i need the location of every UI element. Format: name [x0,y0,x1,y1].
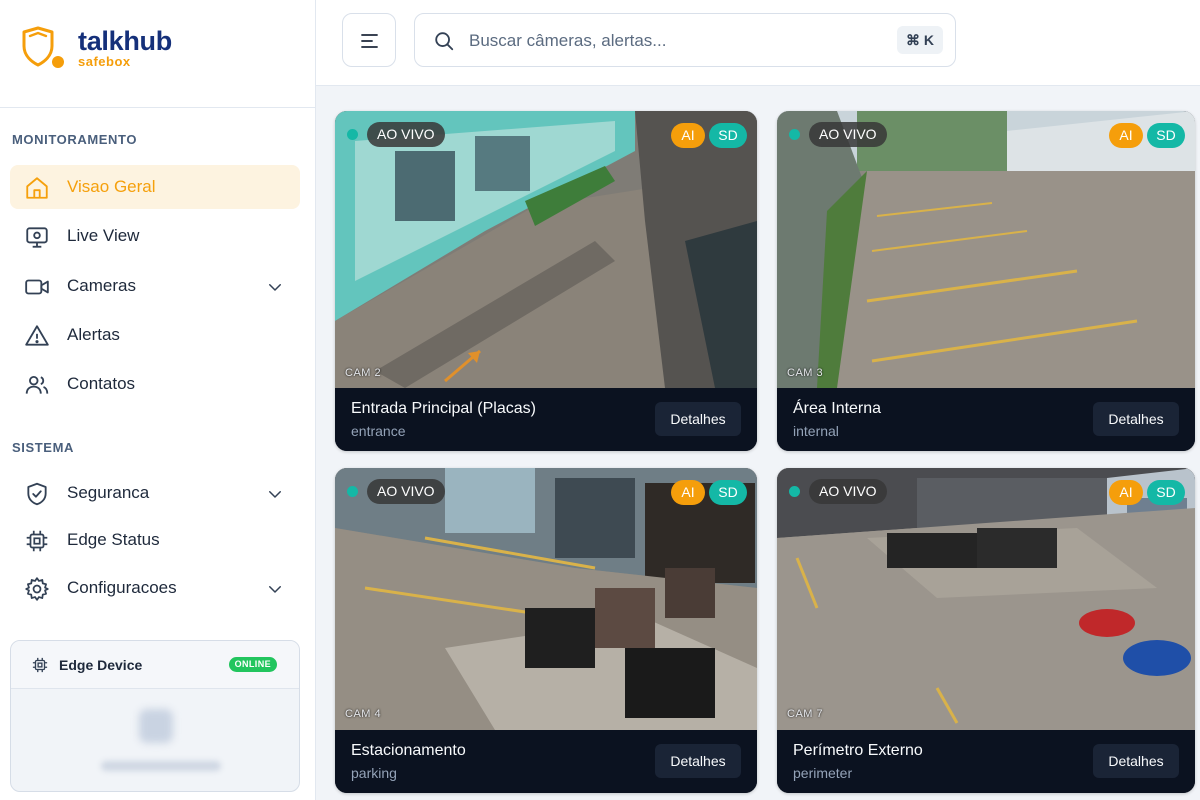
users-icon [25,375,49,394]
ai-badge: AI [1109,123,1143,148]
camera-type: internal [793,423,839,439]
camera-feed-image [335,468,757,730]
quality-badge[interactable]: SD [709,123,747,148]
sidebar-item-label: Configuracoes [67,578,177,597]
edge-device-card[interactable]: Edge Device ONLINE [10,640,300,792]
edge-device-title: Edge Device [59,657,143,673]
sidebar-item-configuracoes[interactable]: Configuracoes [10,566,300,610]
camera-type: perimeter [793,765,853,781]
cpu-icon [32,657,48,673]
topbar-divider [316,86,1200,94]
status-badge: ONLINE [228,657,277,672]
camera-card[interactable]: AO VIVO AI SD CAM 3 Área Interna interna… [777,111,1195,451]
camera-name: Entrada Principal (Placas) [351,400,536,417]
camera-feed-image [777,468,1195,730]
sidebar-item-edge-status[interactable]: Edge Status [10,518,300,562]
search-icon [435,32,454,51]
sidebar-item-visao-geral[interactable]: Visao Geral [10,165,300,209]
sidebar-item-alertas[interactable]: Alertas [10,313,300,357]
blurred-thumbnail [139,709,173,743]
edge-device-body [11,689,299,791]
sidebar-item-label: Contatos [67,374,136,393]
camera-id-overlay: CAM 3 [787,367,824,379]
gear-icon [25,577,49,601]
sidebar-item-live-view[interactable]: Live View [10,214,300,258]
camera-feed[interactable]: AO VIVO AI SD CAM 2 [335,111,757,388]
details-button[interactable]: Detalhes [1093,744,1179,778]
ai-badge: AI [1109,480,1143,505]
camera-name: Área Interna [793,400,882,417]
camera-feed[interactable]: AO VIVO AI SD CAM 3 [777,111,1195,388]
camera-feed[interactable]: AO VIVO AI SD CAM 7 [777,468,1195,730]
details-button[interactable]: Detalhes [1093,402,1179,436]
camera-name: Perímetro Externo [793,742,923,759]
blurred-caption [101,761,221,771]
sidebar-item-label: Visao Geral [67,177,156,196]
camera-id-overlay: CAM 7 [787,708,824,720]
quality-badge[interactable]: SD [709,480,747,505]
section-title-monitoramento: MONITORAMENTO [12,132,138,147]
live-badge: AO VIVO [809,122,887,147]
chevron-down-icon[interactable] [266,485,284,503]
sidebar-item-label: Seguranca [67,483,150,502]
sidebar-item-label: Edge Status [67,530,160,549]
search-input[interactable] [469,26,829,56]
camera-card[interactable]: AO VIVO AI SD CAM 7 Perímetro Externo pe… [777,468,1195,793]
camera-type: entrance [351,423,406,439]
shield-logo-icon [22,26,64,68]
live-indicator-dot [789,486,800,497]
menu-icon [361,34,378,48]
shortcut-hint: ⌘ K [897,26,943,54]
cpu-icon [26,530,48,552]
sidebar: talkhub safebox MONITORAMENTO Visao Gera… [0,0,316,800]
camera-id-overlay: CAM 4 [345,708,382,720]
sidebar-item-label: Live View [67,226,140,245]
alert-triangle-icon [25,325,49,346]
live-badge: AO VIVO [809,479,887,504]
sidebar-item-label: Cameras [67,276,136,295]
edge-device-header: Edge Device ONLINE [11,641,299,689]
camera-footer: Entrada Principal (Placas) entrance Deta… [335,388,757,451]
brand-sub: safebox [78,54,131,69]
menu-toggle-button[interactable] [342,13,396,67]
camera-footer: Estacionamento parking Detalhes [335,730,757,793]
live-indicator-dot [347,129,358,140]
ai-badge: AI [671,123,705,148]
home-icon [26,177,48,199]
live-badge: AO VIVO [367,479,445,504]
sidebar-item-seguranca[interactable]: Seguranca [10,471,300,515]
live-indicator-dot [347,486,358,497]
search-box[interactable]: ⌘ K [414,13,956,67]
brand-name: talkhub [78,26,172,56]
camera-footer: Perímetro Externo perimeter Detalhes [777,730,1195,793]
live-indicator-dot [789,129,800,140]
quality-badge[interactable]: SD [1147,480,1185,505]
live-badge: AO VIVO [367,122,445,147]
camera-card[interactable]: AO VIVO AI SD CAM 2 Entrada Principal (P… [335,111,757,451]
camera-type: parking [351,765,397,781]
camera-feed-image [777,111,1195,388]
camera-footer: Área Interna internal Detalhes [777,388,1195,451]
details-button[interactable]: Detalhes [655,744,741,778]
camera-id-overlay: CAM 2 [345,367,382,379]
details-button[interactable]: Detalhes [655,402,741,436]
shield-check-icon [27,482,47,506]
chevron-down-icon[interactable] [266,278,284,296]
sidebar-item-contatos[interactable]: Contatos [10,362,300,406]
sidebar-item-label: Alertas [67,325,120,344]
brand[interactable]: talkhub safebox [0,0,315,108]
camera-feed-image [335,111,757,388]
section-title-sistema: SISTEMA [12,440,74,455]
video-icon [25,279,49,295]
sidebar-item-cameras[interactable]: Cameras [10,264,300,308]
camera-card[interactable]: AO VIVO AI SD CAM 4 Estacionamento parki… [335,468,757,793]
topbar: ⌘ K [316,0,1200,86]
camera-name: Estacionamento [351,742,466,759]
quality-badge[interactable]: SD [1147,123,1185,148]
camera-feed[interactable]: AO VIVO AI SD CAM 4 [335,468,757,730]
monitor-icon [26,227,48,248]
chevron-down-icon[interactable] [266,580,284,598]
ai-badge: AI [671,480,705,505]
